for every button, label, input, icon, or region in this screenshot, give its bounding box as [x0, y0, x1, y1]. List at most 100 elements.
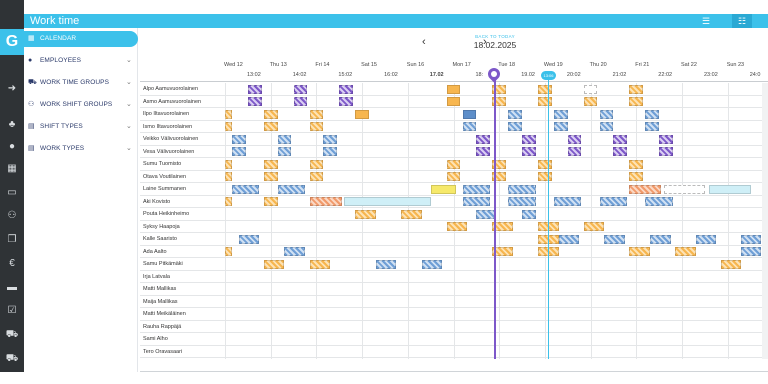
folder-icon[interactable]: ▬ — [0, 279, 24, 297]
shift-block[interactable] — [231, 147, 246, 156]
shift-block[interactable] — [462, 122, 477, 131]
shift-block[interactable] — [247, 84, 262, 94]
shift-block[interactable] — [645, 197, 673, 206]
shift-block[interactable] — [309, 109, 324, 119]
building-icon[interactable]: ▦ — [0, 160, 24, 178]
shift-block[interactable] — [446, 159, 461, 169]
shift-block[interactable] — [645, 109, 660, 119]
shift-block[interactable] — [695, 234, 717, 244]
shift-block[interactable] — [355, 209, 376, 219]
shift-block[interactable] — [421, 259, 443, 269]
shift-block[interactable] — [508, 197, 536, 206]
shift-block[interactable] — [375, 259, 397, 269]
shift-block[interactable] — [446, 84, 461, 94]
org-chart-icon[interactable]: ♣ — [0, 116, 24, 134]
shift-block[interactable] — [629, 184, 662, 194]
shift-block[interactable] — [476, 134, 491, 144]
shift-block[interactable] — [263, 109, 278, 119]
shift-block[interactable] — [400, 209, 422, 219]
sidebar-item-employees[interactable]: ● EMPLOYEES ⌄ — [24, 53, 138, 69]
car-icon[interactable]: ⛟ — [0, 326, 24, 344]
shift-block[interactable] — [339, 97, 353, 106]
shift-block[interactable] — [430, 184, 456, 194]
shift-block[interactable] — [225, 159, 232, 169]
app-logo[interactable]: G — [0, 29, 24, 55]
shift-block[interactable] — [263, 159, 278, 169]
shift-block[interactable] — [476, 147, 491, 156]
shift-block[interactable] — [309, 159, 324, 169]
shift-block[interactable] — [263, 259, 285, 269]
shift-block[interactable] — [538, 159, 552, 169]
shift-block[interactable] — [508, 109, 523, 119]
shift-block[interactable] — [309, 172, 324, 181]
shift-block[interactable] — [629, 172, 644, 181]
shift-block[interactable] — [231, 184, 260, 194]
shift-block[interactable] — [293, 84, 308, 94]
person-icon[interactable]: ● — [0, 138, 24, 156]
shift-block[interactable] — [343, 197, 431, 206]
shift-block[interactable] — [323, 147, 337, 156]
shift-block[interactable] — [225, 109, 232, 119]
shift-block[interactable] — [613, 134, 628, 144]
people-icon[interactable]: ⚇ — [0, 207, 24, 225]
shift-block[interactable] — [309, 122, 324, 131]
shift-block[interactable] — [446, 172, 461, 181]
next-week-button[interactable]: › — [483, 36, 487, 48]
train-icon[interactable]: ⛟ — [0, 350, 24, 368]
shift-block[interactable] — [659, 147, 673, 156]
shift-block[interactable] — [720, 259, 742, 269]
shift-block[interactable] — [293, 97, 308, 106]
sidebar-item-work-types[interactable]: ▤ WORK TYPES ⌄ — [24, 141, 138, 157]
shift-block[interactable] — [538, 97, 552, 106]
shift-block[interactable] — [284, 247, 305, 256]
clipboard-icon[interactable]: ☑ — [0, 302, 24, 320]
shift-block[interactable] — [323, 134, 337, 144]
shift-block[interactable] — [741, 234, 761, 244]
shift-block[interactable] — [554, 109, 568, 119]
id-card-icon[interactable]: ▭ — [0, 184, 24, 202]
shift-block[interactable] — [583, 222, 605, 231]
shift-block[interactable] — [231, 134, 246, 144]
shift-block[interactable] — [247, 97, 262, 106]
shift-block[interactable] — [583, 84, 598, 94]
shift-block[interactable] — [225, 122, 232, 131]
shift-block[interactable] — [508, 122, 523, 131]
shift-block[interactable] — [659, 134, 673, 144]
shift-block[interactable] — [446, 222, 468, 231]
shift-block[interactable] — [238, 234, 260, 244]
shift-block[interactable] — [476, 209, 495, 219]
shift-block[interactable] — [538, 84, 552, 94]
shift-block[interactable] — [558, 234, 580, 244]
copy-icon[interactable]: ❐ — [0, 231, 24, 249]
shift-block[interactable] — [225, 197, 232, 206]
sidebar-item-shift-types[interactable]: ▤ SHIFT TYPES ⌄ — [24, 119, 138, 135]
shift-block[interactable] — [309, 259, 331, 269]
shift-block[interactable] — [225, 172, 232, 181]
shift-block[interactable] — [599, 122, 614, 131]
shift-block[interactable] — [599, 109, 614, 119]
shift-block[interactable] — [277, 134, 292, 144]
shift-block[interactable] — [508, 184, 536, 194]
shift-block[interactable] — [446, 97, 461, 106]
vertical-scrollbar[interactable] — [762, 83, 768, 359]
shift-block[interactable] — [538, 172, 552, 181]
shift-block[interactable] — [629, 84, 644, 94]
back-to-today-link[interactable]: BACK TO TODAY — [420, 34, 570, 39]
shift-block[interactable] — [225, 247, 232, 256]
shift-block[interactable] — [522, 209, 536, 219]
shift-block[interactable] — [462, 197, 491, 206]
shift-block[interactable] — [583, 97, 598, 106]
shift-block[interactable] — [604, 234, 625, 244]
shift-block[interactable] — [741, 247, 761, 256]
shift-block[interactable] — [629, 159, 644, 169]
shift-block[interactable] — [709, 184, 751, 194]
shift-block[interactable] — [650, 234, 671, 244]
shift-block[interactable] — [355, 109, 369, 119]
shift-block[interactable] — [309, 197, 342, 206]
shift-block[interactable] — [522, 147, 536, 156]
shift-block[interactable] — [663, 184, 705, 194]
shift-block[interactable] — [277, 147, 292, 156]
shift-block[interactable] — [599, 197, 628, 206]
shift-block[interactable] — [263, 197, 278, 206]
shift-block[interactable] — [462, 184, 491, 194]
